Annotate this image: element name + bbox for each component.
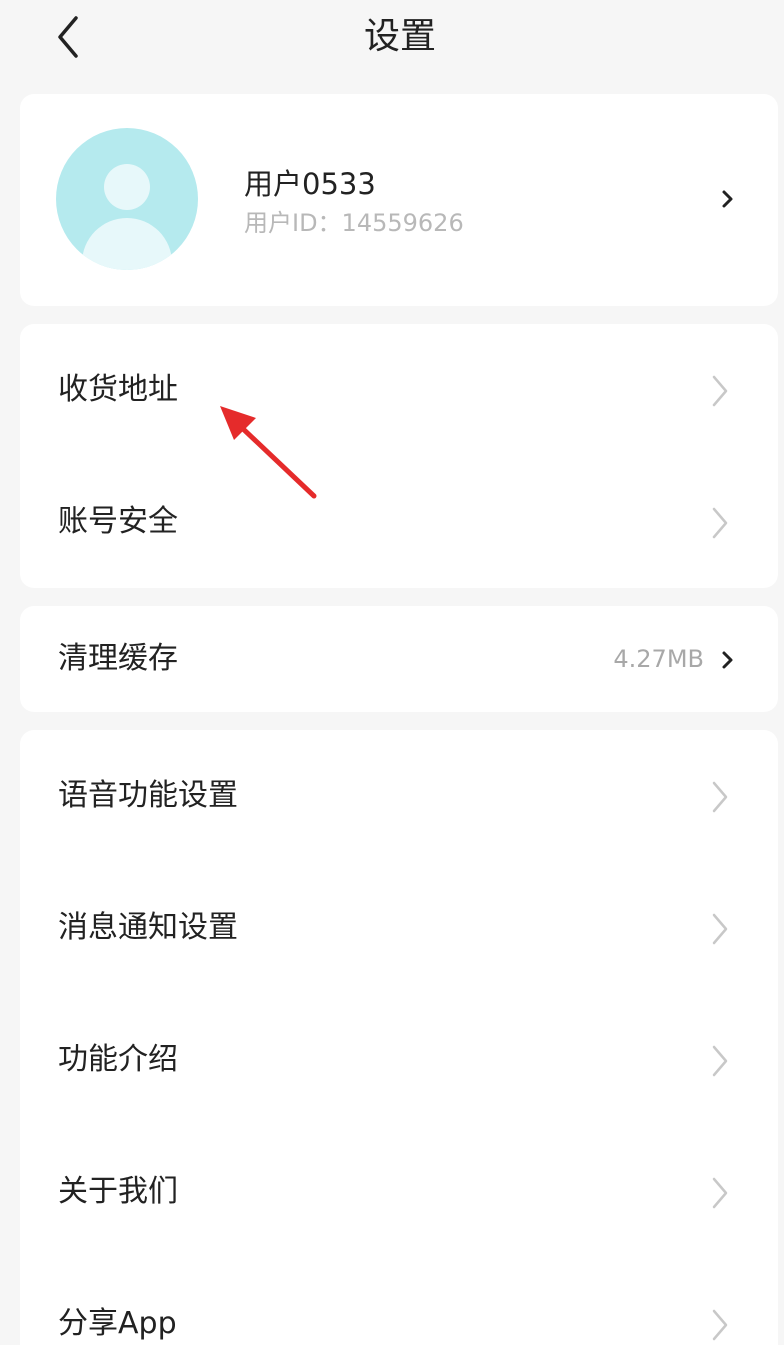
account-group: 收货地址 账号安全 — [20, 324, 778, 588]
cache-group: 清理缓存 4.27MB — [20, 606, 778, 712]
notification-settings-label: 消息通知设置 — [58, 910, 238, 945]
address-label: 收货地址 — [58, 372, 178, 407]
account-security-label: 账号安全 — [58, 504, 178, 539]
cache-size: 4.27MB — [613, 645, 704, 673]
avatar-body-icon — [82, 218, 172, 270]
share-app-row[interactable]: 分享App — [20, 1258, 778, 1345]
voice-settings-row[interactable]: 语音功能设置 — [20, 730, 778, 862]
page-title: 设置 — [363, 16, 436, 57]
user-name: 用户0533 — [244, 167, 376, 201]
feature-intro-label: 功能介绍 — [58, 1042, 178, 1077]
voice-settings-label: 语音功能设置 — [58, 778, 238, 813]
clear-cache-row[interactable]: 清理缓存 4.27MB — [20, 606, 778, 712]
header: 设置 — [0, 0, 784, 80]
profile-card[interactable]: 用户0533 用户ID：14559626 — [20, 94, 778, 306]
chevron-right-icon — [712, 507, 728, 539]
notification-settings-row[interactable]: 消息通知设置 — [20, 862, 778, 994]
chevron-right-icon — [712, 1045, 728, 1077]
clear-cache-label: 清理缓存 — [58, 641, 178, 676]
chevron-right-icon — [712, 1309, 728, 1341]
feature-intro-row[interactable]: 功能介绍 — [20, 994, 778, 1126]
share-app-label: 分享App — [58, 1306, 177, 1341]
about-us-label: 关于我们 — [58, 1174, 178, 1209]
avatar-head-icon — [104, 164, 150, 210]
chevron-right-icon — [722, 190, 733, 208]
general-group: 语音功能设置 消息通知设置 功能介绍 关于我们 分享App — [20, 730, 778, 1345]
address-row[interactable]: 收货地址 — [20, 324, 778, 456]
about-us-row[interactable]: 关于我们 — [20, 1126, 778, 1258]
user-id: 用户ID：14559626 — [244, 209, 464, 237]
chevron-right-icon — [722, 651, 733, 669]
account-security-row[interactable]: 账号安全 — [20, 456, 778, 588]
chevron-right-icon — [712, 913, 728, 945]
chevron-right-icon — [712, 375, 728, 407]
avatar[interactable] — [56, 128, 198, 270]
chevron-right-icon — [712, 1177, 728, 1209]
settings-page: 设置 用户0533 用户ID：14559626 收货地址 账号安全 清理缓存 4… — [0, 0, 784, 1345]
chevron-right-icon — [712, 781, 728, 813]
